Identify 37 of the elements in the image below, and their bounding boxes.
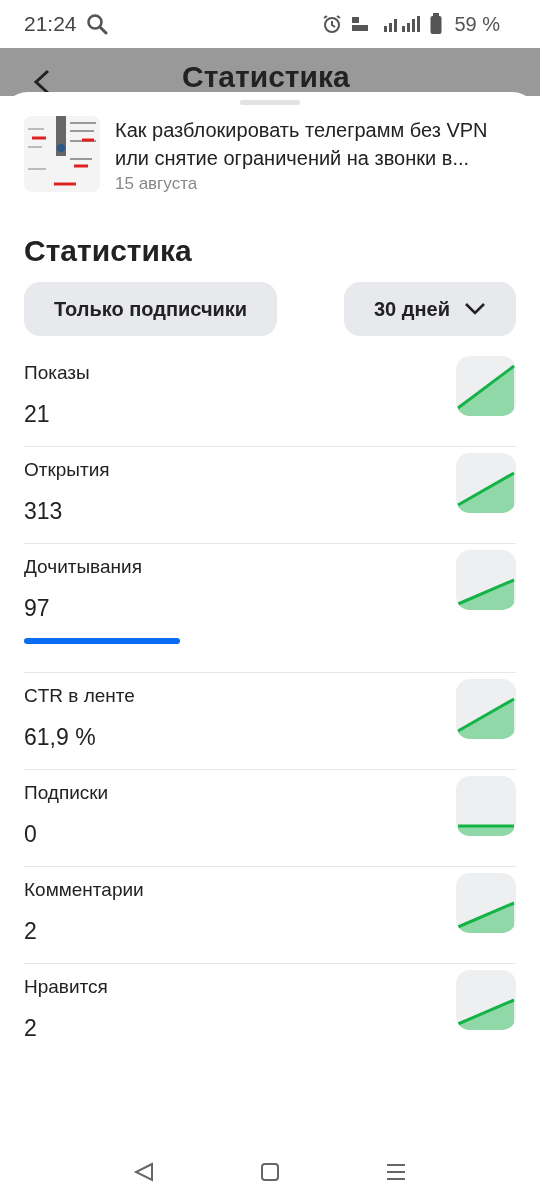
sparkline-chart[interactable]	[456, 550, 516, 610]
screen-title: Статистика	[182, 60, 350, 95]
drag-handle[interactable]	[240, 100, 300, 105]
sparkline-chart[interactable]	[456, 873, 516, 933]
sparkline-chart[interactable]	[456, 453, 516, 513]
metric-label: Комментарии	[24, 879, 145, 901]
metric-label: Показы	[24, 362, 91, 384]
period-dropdown[interactable]: 30 дней	[344, 282, 516, 336]
metric-label: Нравится	[24, 976, 109, 998]
article-title[interactable]: Как разблокировать телеграмм без VPN или снятие ограничений на звонки в...	[115, 116, 516, 172]
home-square-icon[interactable]	[260, 1162, 280, 1182]
filter-chip[interactable]: Только подписчики	[24, 282, 278, 336]
sparkline-chart[interactable]	[456, 356, 516, 416]
sparkline-chart[interactable]	[456, 679, 516, 739]
battery-percent: 59 %	[454, 12, 500, 36]
section-title: Статистика	[24, 234, 193, 268]
chevron-down-icon	[464, 302, 486, 316]
metric-value: 97	[24, 594, 51, 622]
metric-value: 2	[24, 917, 38, 945]
sparkline-chart[interactable]	[456, 970, 516, 1030]
clock-time: 21:24	[24, 12, 77, 36]
metric-label: CTR в ленте	[24, 685, 136, 707]
metric-value: 2	[24, 1014, 38, 1042]
metric-label: Подписки	[24, 782, 110, 804]
menu-icon[interactable]	[385, 1162, 408, 1182]
battery-icon	[430, 13, 443, 35]
metric-label: Открытия	[24, 459, 111, 481]
metric-value: 0	[24, 820, 38, 848]
metric-value: 61,9 %	[24, 723, 97, 751]
metric-label: Дочитывания	[24, 556, 143, 578]
metric-value: 313	[24, 497, 64, 525]
metric-value: 21	[24, 400, 51, 428]
alarm-icon	[322, 14, 343, 34]
search-icon	[84, 12, 109, 36]
sparkline-chart[interactable]	[456, 776, 516, 836]
article-date: 15 августа	[115, 174, 199, 194]
back-triangle-icon[interactable]	[132, 1161, 155, 1183]
